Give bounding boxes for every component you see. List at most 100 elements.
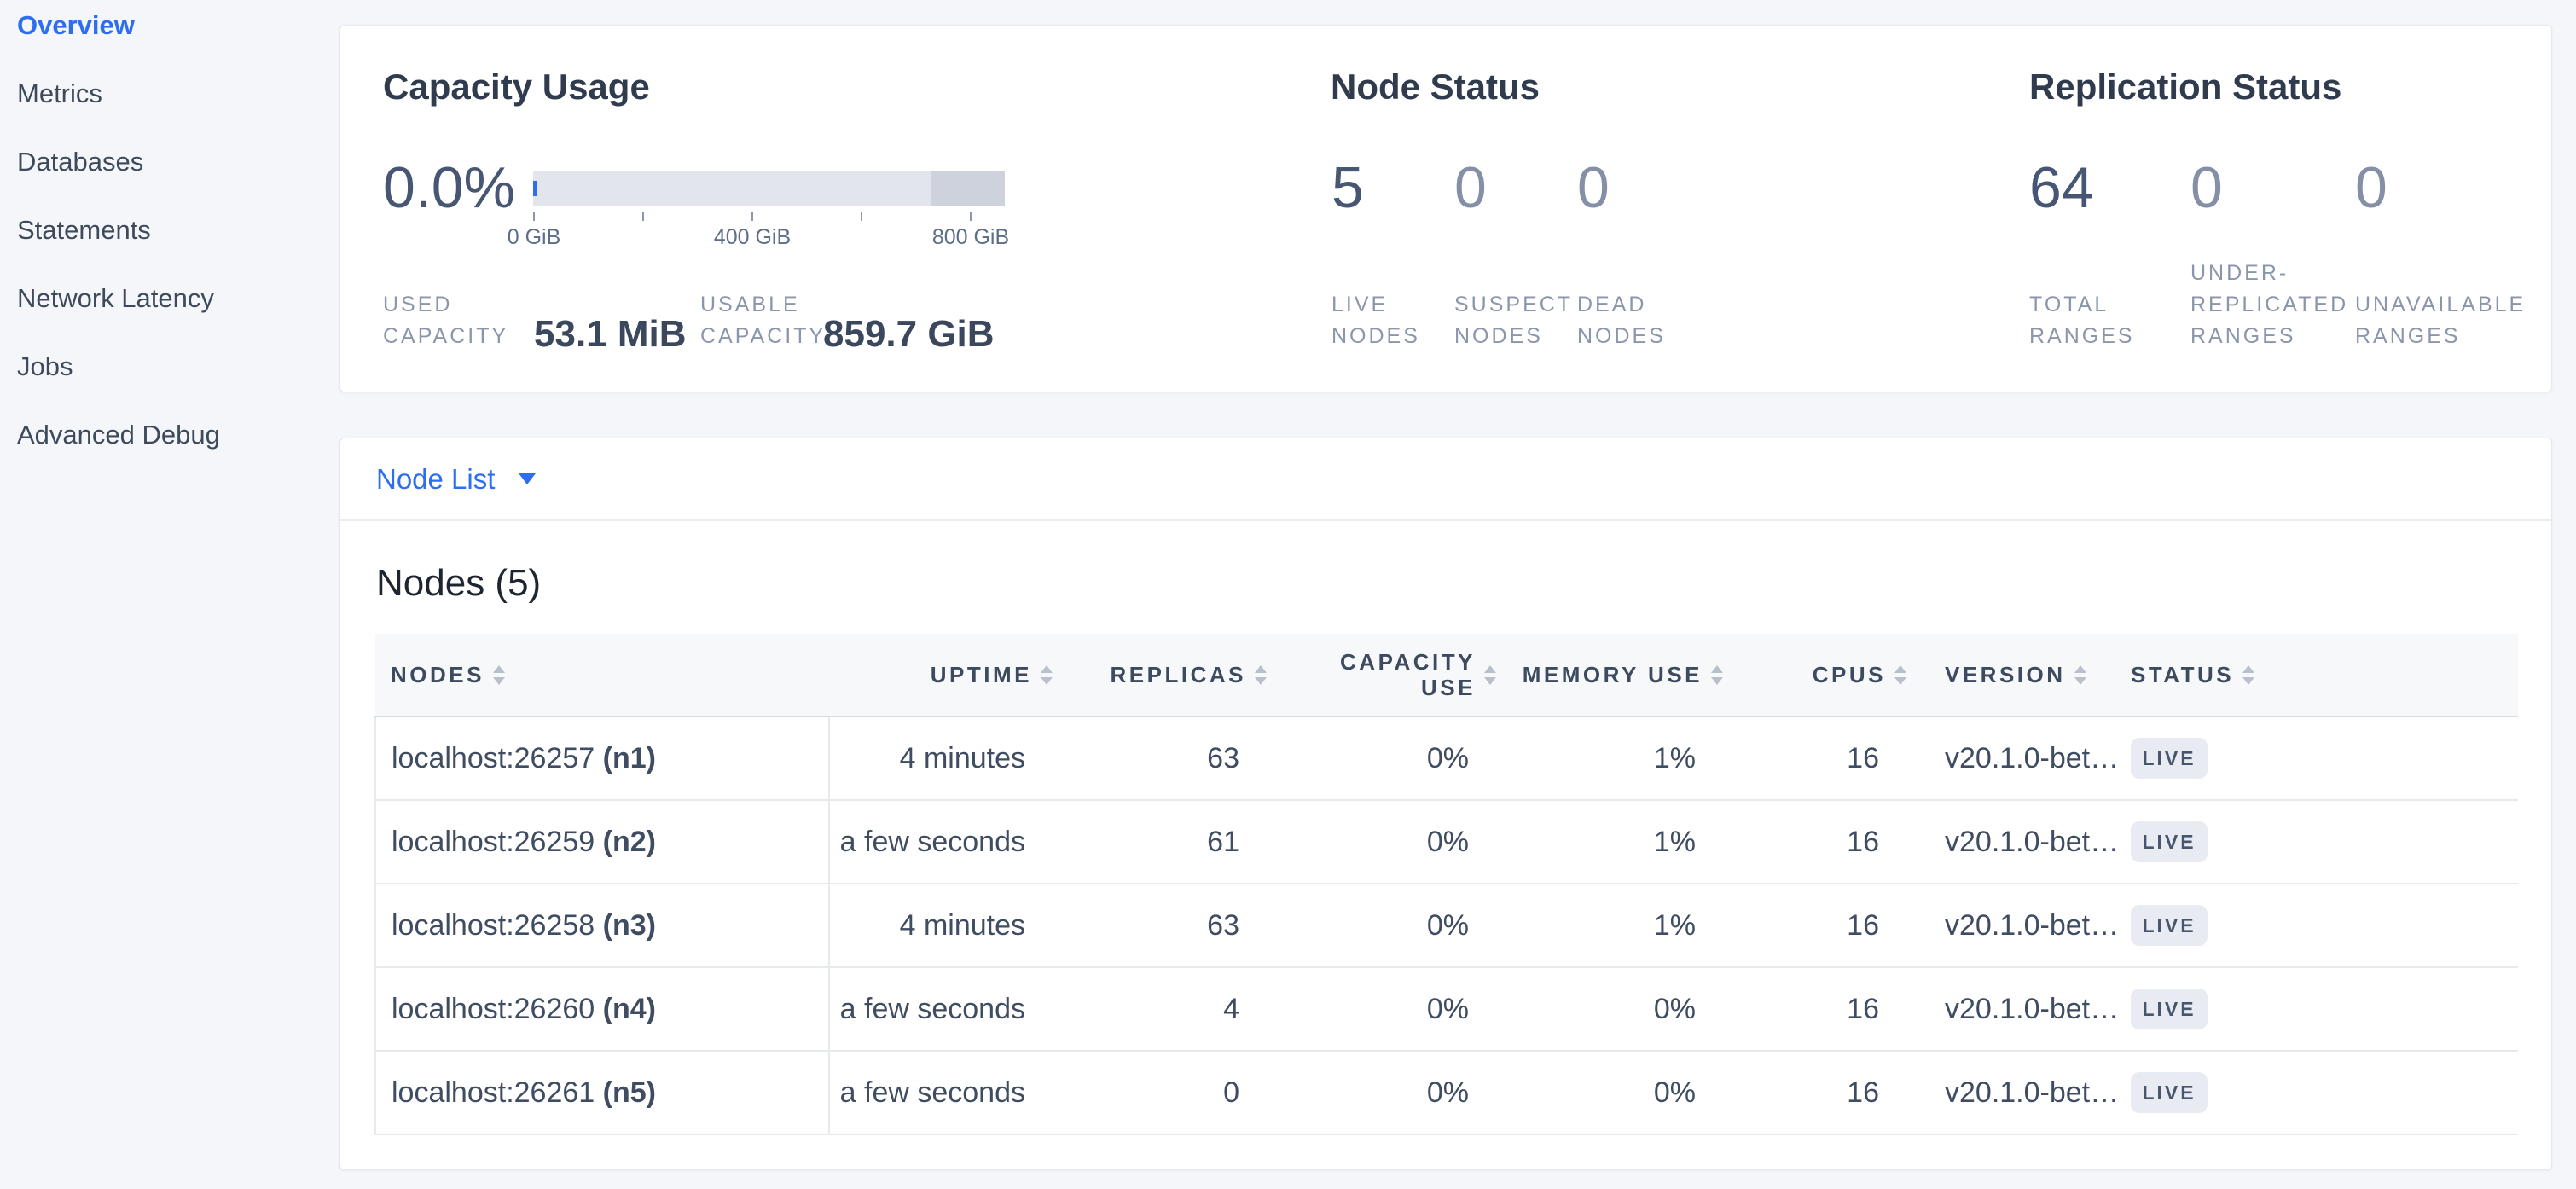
node-id: (n3) xyxy=(603,909,656,942)
sidebar-item-databases[interactable]: Databases xyxy=(17,147,220,177)
node-id: (n2) xyxy=(603,826,656,858)
sort-icon xyxy=(2242,665,2254,685)
axis-tick xyxy=(642,212,644,221)
cpus-cell: 16 xyxy=(1723,967,1906,1051)
unavailable-ranges-label: UNAVAILABLE RANGES xyxy=(2355,289,2526,352)
sidebar-item-statements[interactable]: Statements xyxy=(17,215,220,246)
axis-tick-label: 800 GiB xyxy=(902,225,1039,249)
memory-use-cell: 0% xyxy=(1496,1051,1723,1134)
node-id: (n1) xyxy=(603,742,656,774)
column-label: REPLICAS xyxy=(1111,662,1246,687)
table-row-node-5: localhost:26261 (n5) a few seconds 0 0% … xyxy=(375,1051,2518,1134)
replicas-cell: 61 xyxy=(1053,800,1267,884)
status-badge: LIVE xyxy=(2131,989,2208,1030)
capacity-usage-title: Capacity Usage xyxy=(383,68,650,106)
column-label: MEMORY USE xyxy=(1523,662,1703,687)
used-capacity-value: 53.1 MiB xyxy=(534,316,687,353)
node-address-cell[interactable]: localhost:26261 (n5) xyxy=(375,1051,829,1134)
table-row-node-1: localhost:26257 (n1) 4 minutes 63 0% 1% … xyxy=(375,716,2518,800)
capacity-bar-reserved-segment xyxy=(931,171,1005,206)
status-badge: LIVE xyxy=(2131,821,2208,862)
suspect-nodes-count: 0 xyxy=(1454,159,1487,217)
node-list-dropdown-bar: Node List xyxy=(340,438,2551,521)
column-header-uptime[interactable]: UPTIME xyxy=(829,634,1053,716)
used-capacity-label: USED CAPACITY xyxy=(383,289,508,352)
capacity-use-cell: 0% xyxy=(1267,884,1496,967)
column-header-nodes[interactable]: NODES xyxy=(375,634,829,716)
node-address: localhost:26258 xyxy=(392,909,595,942)
node-address-cell[interactable]: localhost:26258 (n3) xyxy=(375,884,829,967)
nodes-table: NODES UPTIME REPLICAS CAPACITY USE MEMOR… xyxy=(374,634,2518,1135)
status-cell: LIVE xyxy=(2117,884,2518,967)
replicas-cell: 0 xyxy=(1053,1051,1267,1134)
sidebar: Overview Metrics Databases Statements Ne… xyxy=(0,0,339,1189)
unavailable-ranges-count: 0 xyxy=(2355,159,2387,217)
cluster-summary-card: Capacity Usage 0.0% 0 GiB 400 GiB 800 Gi… xyxy=(339,25,2552,392)
suspect-nodes-label: SUSPECT NODES xyxy=(1454,289,1573,352)
dead-nodes-label: DEAD NODES xyxy=(1577,289,1666,352)
cpus-cell: 16 xyxy=(1723,800,1906,884)
capacity-use-cell: 0% xyxy=(1267,800,1496,884)
under-replicated-ranges-count: 0 xyxy=(2190,159,2223,217)
sidebar-item-advanced-debug[interactable]: Advanced Debug xyxy=(17,420,220,450)
cpus-cell: 16 xyxy=(1723,884,1906,967)
usable-capacity-label: USABLE CAPACITY xyxy=(700,289,826,352)
replicas-cell: 63 xyxy=(1053,716,1267,800)
node-address-cell[interactable]: localhost:26260 (n4) xyxy=(375,967,829,1051)
axis-tick xyxy=(970,212,972,221)
sort-icon xyxy=(1255,665,1267,685)
column-label: CPUS xyxy=(1813,662,1886,687)
node-status-title: Node Status xyxy=(1331,68,1540,106)
node-address: localhost:26259 xyxy=(392,826,595,858)
table-header-row: NODES UPTIME REPLICAS CAPACITY USE MEMOR… xyxy=(375,634,2518,716)
memory-use-cell: 0% xyxy=(1496,967,1723,1051)
axis-tick xyxy=(533,212,535,221)
node-id: (n4) xyxy=(603,993,656,1025)
node-address-cell[interactable]: localhost:26257 (n1) xyxy=(375,716,829,800)
uptime-cell: a few seconds xyxy=(829,800,1053,884)
column-header-capacity-use[interactable]: CAPACITY USE xyxy=(1267,634,1496,716)
capacity-use-cell: 0% xyxy=(1267,716,1496,800)
capacity-use-cell: 0% xyxy=(1267,967,1496,1051)
replicas-cell: 63 xyxy=(1053,884,1267,967)
node-address-cell[interactable]: localhost:26259 (n2) xyxy=(375,800,829,884)
replication-status-title: Replication Status xyxy=(2029,68,2341,106)
memory-use-cell: 1% xyxy=(1496,800,1723,884)
status-cell: LIVE xyxy=(2117,967,2518,1051)
column-label: CAPACITY USE xyxy=(1340,649,1476,700)
capacity-use-cell: 0% xyxy=(1267,1051,1496,1134)
memory-use-cell: 1% xyxy=(1496,884,1723,967)
node-list-dropdown[interactable]: Node List xyxy=(376,438,536,519)
column-label: VERSION xyxy=(1945,662,2066,687)
uptime-cell: 4 minutes xyxy=(829,716,1053,800)
sidebar-item-jobs[interactable]: Jobs xyxy=(17,351,220,382)
table-row-node-3: localhost:26258 (n3) 4 minutes 63 0% 1% … xyxy=(375,884,2518,967)
sort-icon xyxy=(493,665,505,685)
uptime-cell: a few seconds xyxy=(829,1051,1053,1134)
sidebar-item-network-latency[interactable]: Network Latency xyxy=(17,283,220,314)
status-badge: LIVE xyxy=(2131,1072,2208,1113)
node-address: localhost:26257 xyxy=(392,742,595,774)
version-cell: v20.1.0-bet… xyxy=(1906,1051,2117,1134)
node-list-dropdown-label: Node List xyxy=(376,464,495,495)
version-cell: v20.1.0-bet… xyxy=(1906,967,2117,1051)
column-header-cpus[interactable]: CPUS xyxy=(1723,634,1906,716)
replicas-cell: 4 xyxy=(1053,967,1267,1051)
sort-icon xyxy=(1484,665,1496,685)
status-badge: LIVE xyxy=(2131,905,2208,946)
sidebar-item-metrics[interactable]: Metrics xyxy=(17,78,220,109)
column-header-status[interactable]: STATUS xyxy=(2117,634,2518,716)
capacity-bar-used-marker xyxy=(533,181,537,196)
column-header-replicas[interactable]: REPLICAS xyxy=(1053,634,1267,716)
column-header-version[interactable]: VERSION xyxy=(1906,634,2117,716)
column-header-memory-use[interactable]: MEMORY USE xyxy=(1496,634,1723,716)
axis-tick-label: 0 GiB xyxy=(466,225,602,249)
version-cell: v20.1.0-bet… xyxy=(1906,800,2117,884)
live-nodes-count: 5 xyxy=(1332,159,1364,217)
table-row-node-4: localhost:26260 (n4) a few seconds 4 0% … xyxy=(375,967,2518,1051)
nodes-heading: Nodes (5) xyxy=(376,563,541,604)
table-row-node-2: localhost:26259 (n2) a few seconds 61 0%… xyxy=(375,800,2518,884)
sidebar-item-overview[interactable]: Overview xyxy=(17,10,220,41)
sidebar-nav-list: Overview Metrics Databases Statements Ne… xyxy=(17,10,220,488)
column-label: STATUS xyxy=(2131,662,2234,687)
